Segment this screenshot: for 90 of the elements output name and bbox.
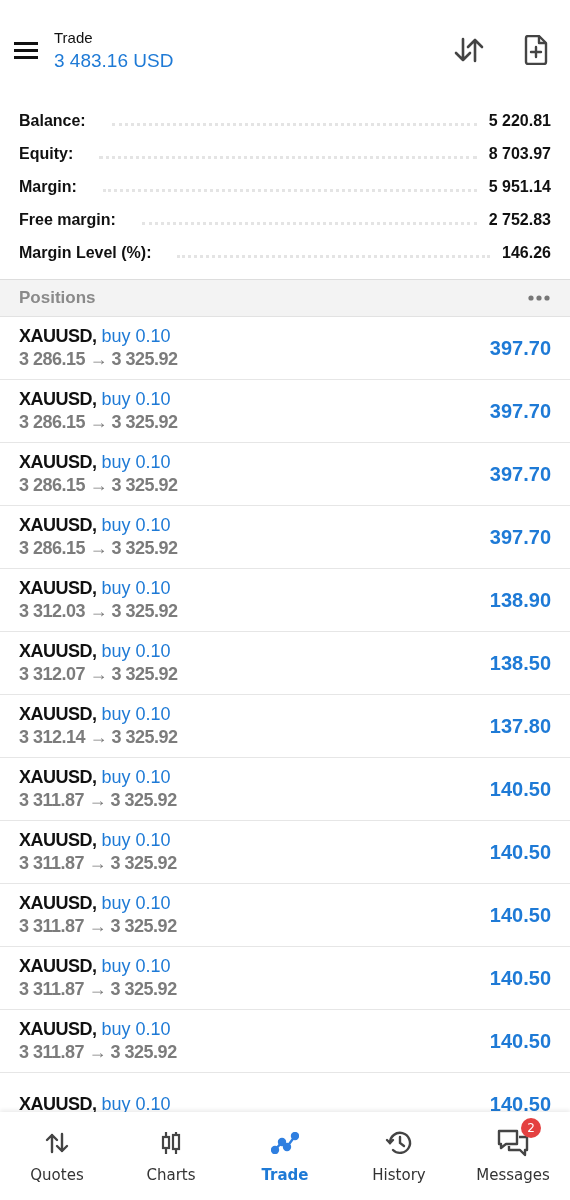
summary-label: Free margin: xyxy=(19,210,116,230)
profit-value: 397.70 xyxy=(489,336,551,360)
price-text: 3 286.15 → 3 325.92 xyxy=(19,538,179,559)
price-text: 3 311.87 → 3 325.92 xyxy=(19,979,178,1000)
profit-value: 397.70 xyxy=(489,525,551,549)
order-text: buy 0.10 xyxy=(101,956,171,976)
nav-tab[interactable]: History xyxy=(342,1112,456,1200)
symbol-text: XAUUSD, xyxy=(19,515,97,535)
position-row[interactable]: XAUUSD, buy 0.10 3 286.15 → 3 325.92 397.70 xyxy=(0,506,570,569)
profit-value: 140.50 xyxy=(489,1092,551,1112)
order-text: buy 0.10 xyxy=(101,830,171,850)
summary-value: 2 752.83 xyxy=(488,210,551,230)
summary-value: 8 703.97 xyxy=(488,144,551,164)
symbol-text: XAUUSD, xyxy=(19,452,97,472)
symbol-text: XAUUSD, xyxy=(19,767,97,787)
order-text: buy 0.10 xyxy=(101,641,171,661)
history-icon xyxy=(385,1130,413,1156)
chat-icon xyxy=(497,1128,529,1158)
symbol-text: XAUUSD, xyxy=(19,893,97,913)
position-row[interactable]: XAUUSD, buy 0.10 3 311.87 → 3 325.92 140.50 xyxy=(0,947,570,1010)
summary-label: Balance: xyxy=(19,111,86,131)
position-row[interactable]: XAUUSD, buy 0.10 3 311.87 → 3 325.92 140.50 xyxy=(0,1010,570,1073)
profit-value: 140.50 xyxy=(489,777,551,801)
position-row[interactable]: XAUUSD, buy 0.10 3 312.03 → 3 325.92 138.90 xyxy=(0,569,570,632)
position-row[interactable]: XAUUSD, buy 0.10 3 312.07 → 3 325.92 138.50 xyxy=(0,632,570,695)
summary-value: 5 220.81 xyxy=(488,111,551,131)
position-row[interactable]: XAUUSD, buy 0.10 3 311.87 → 3 325.92 140.50 xyxy=(0,821,570,884)
position-row[interactable]: XAUUSD, buy 0.10 3 286.15 → 3 325.92 397.70 xyxy=(0,443,570,506)
order-text: buy 0.10 xyxy=(101,704,171,724)
symbol-text: XAUUSD, xyxy=(19,830,97,850)
position-row[interactable]: XAUUSD, buy 0.10 3 286.15 → 3 325.92 397.70 xyxy=(0,380,570,443)
symbol-text: XAUUSD, xyxy=(19,704,97,724)
profit-value: 140.50 xyxy=(489,903,551,927)
price-text: 3 312.14 → 3 325.92 xyxy=(19,727,179,748)
profit-value: 140.50 xyxy=(489,840,551,864)
order-text: buy 0.10 xyxy=(101,578,171,598)
new-document-icon[interactable] xyxy=(524,35,548,65)
position-row[interactable]: XAUUSD, buy 0.10 3 311.87 → 3 325.92 140.50 xyxy=(0,758,570,821)
profit-value: 140.50 xyxy=(489,1029,551,1053)
price-text: 3 286.15 → 3 325.92 xyxy=(19,475,179,496)
sort-icon[interactable] xyxy=(454,37,484,63)
nav-tab[interactable]: 2 Messages xyxy=(456,1112,570,1200)
price-text: 3 286.15 → 3 325.92 xyxy=(19,349,179,370)
profit-value: 138.50 xyxy=(489,651,551,675)
summary-value: 5 951.14 xyxy=(488,177,551,197)
menu-icon[interactable] xyxy=(14,41,38,59)
order-text: buy 0.10 xyxy=(101,893,171,913)
candlestick-icon xyxy=(160,1130,182,1156)
profit-value: 140.50 xyxy=(489,966,551,990)
position-row[interactable]: XAUUSD, buy 0.10 3 311.87 → 3 325.92 140.50 xyxy=(0,884,570,947)
order-text: buy 0.10 xyxy=(101,452,171,472)
nav-tab[interactable]: Trade xyxy=(228,1112,342,1200)
profit-value: 397.70 xyxy=(489,462,551,486)
symbol-text: XAUUSD, xyxy=(19,389,97,409)
symbol-text: XAUUSD, xyxy=(19,956,97,976)
price-text: 3 286.15 → 3 325.92 xyxy=(19,412,179,433)
summary-label: Margin Level (%): xyxy=(19,243,152,263)
symbol-text: XAUUSD, xyxy=(19,578,97,598)
profit-value: 138.90 xyxy=(489,588,551,612)
order-text: buy 0.10 xyxy=(101,1019,171,1039)
screen-title: Trade xyxy=(54,28,94,46)
balance-amount: 3 483.16 USD xyxy=(54,49,175,72)
summary-value: 146.26 xyxy=(502,243,551,263)
profit-value: 397.70 xyxy=(489,399,551,423)
symbol-text: XAUUSD, xyxy=(19,641,97,661)
arrows-icon xyxy=(45,1132,69,1154)
price-text: 3 311.87 → 3 325.92 xyxy=(19,790,178,811)
nav-tab[interactable]: Charts xyxy=(114,1112,228,1200)
order-text: buy 0.10 xyxy=(101,326,171,346)
price-text: 3 311.87 → 3 325.92 xyxy=(19,1042,178,1063)
order-text: buy 0.10 xyxy=(101,767,171,787)
nav-tab[interactable]: Quotes xyxy=(0,1112,114,1200)
price-text: 3 311.87 → 3 325.92 xyxy=(19,916,178,937)
symbol-text: XAUUSD, xyxy=(19,326,97,346)
order-text: buy 0.10 xyxy=(101,389,171,409)
price-text: 3 311.87 → 3 325.92 xyxy=(19,853,178,874)
position-row[interactable]: XAUUSD, buy 0.10 3 312.14 → 3 325.92 137.80 xyxy=(0,695,570,758)
summary-label: Margin: xyxy=(19,177,77,197)
position-row[interactable]: XAUUSD, buy 0.10 3 286.15 → 3 325.92 397.70 xyxy=(0,317,570,380)
profit-value: 137.80 xyxy=(489,714,551,738)
more-icon[interactable] xyxy=(528,295,550,301)
trend-line-icon xyxy=(271,1132,299,1154)
order-text: buy 0.10 xyxy=(101,515,171,535)
section-title: Positions xyxy=(19,288,96,308)
symbol-text: XAUUSD, xyxy=(19,1019,97,1039)
unread-badge: 2 xyxy=(521,1118,541,1138)
price-text: 3 312.03 → 3 325.92 xyxy=(19,601,179,622)
price-text: 3 312.07 → 3 325.92 xyxy=(19,664,179,685)
symbol-text: XAUUSD, xyxy=(19,1093,97,1112)
summary-label: Equity: xyxy=(19,144,74,164)
